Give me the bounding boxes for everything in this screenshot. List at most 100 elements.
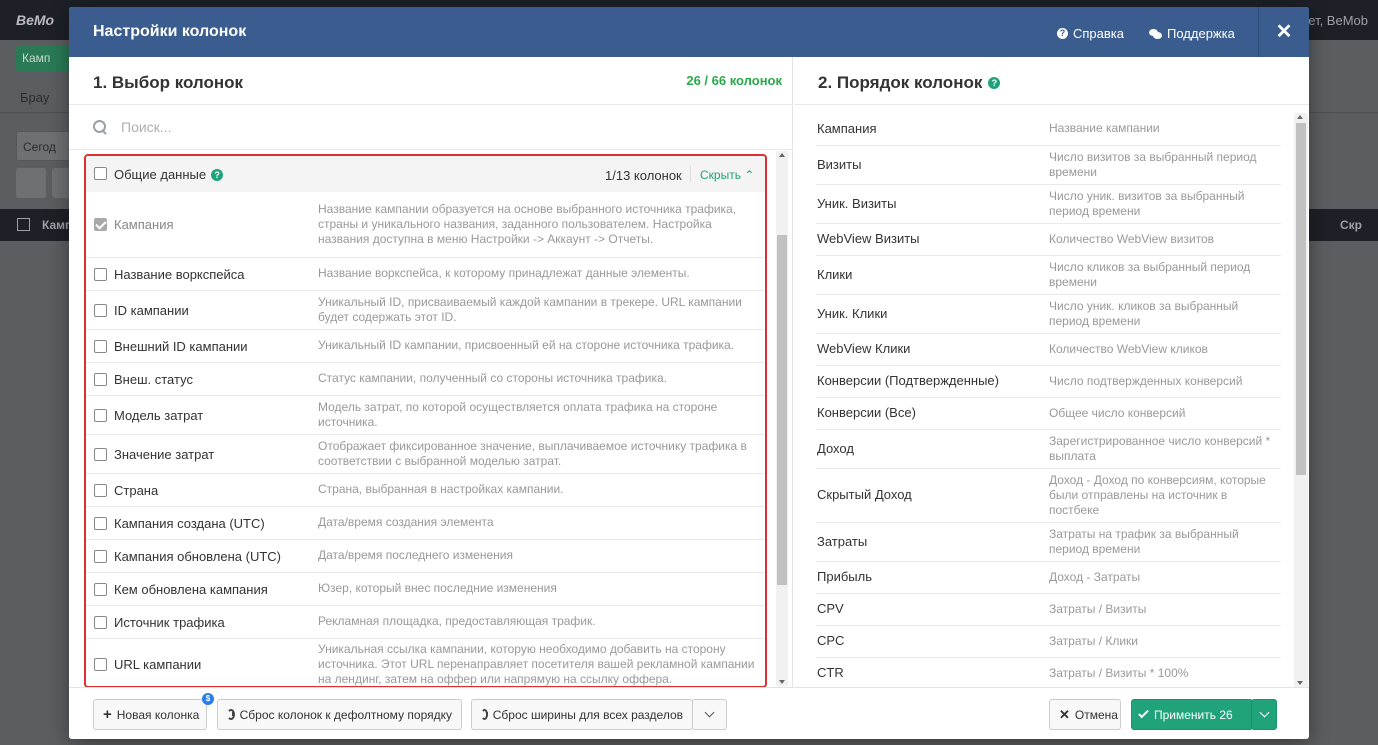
order-row[interactable]: WebView Визиты Количество WebView визитов: [816, 224, 1281, 256]
column-row[interactable]: URL кампании Уникальная ссылка кампании, …: [86, 639, 765, 686]
column-checkbox[interactable]: [94, 448, 107, 461]
order-column-name: CPV: [817, 601, 844, 616]
order-row[interactable]: Визиты Число визитов за выбранный период …: [816, 146, 1281, 185]
column-row[interactable]: Кампания Название кампании образуется на …: [86, 192, 765, 258]
table-col-hidden: Скр: [1340, 218, 1363, 232]
column-checkbox[interactable]: [94, 658, 107, 671]
order-column-name: Уник. Клики: [817, 306, 888, 321]
column-row[interactable]: Страна Страна, выбранная в настройках кам…: [86, 474, 765, 507]
reset-options-dropdown[interactable]: [692, 699, 727, 730]
column-description: Статус кампании, полученный со стороны и…: [318, 371, 667, 385]
order-column-description: Доход - Доход по конверсиям, которые был…: [1049, 473, 1266, 517]
reset-width-label: Сброс ширины для всех разделов: [492, 707, 683, 722]
order-column-name: WebView Визиты: [817, 231, 920, 246]
divider: [794, 104, 1309, 105]
scroll-down-icon[interactable]: [779, 680, 785, 684]
question-icon[interactable]: ?: [211, 168, 224, 181]
column-list: Кампания Название кампании образуется на …: [86, 192, 765, 686]
order-row[interactable]: Конверсии (Подтвержденные) Число подтверж…: [816, 366, 1281, 398]
right-scrollbar[interactable]: [1294, 113, 1308, 687]
column-description: Юзер, который внес последние изменения: [318, 581, 557, 595]
search-bar: [93, 119, 621, 135]
apply-options-dropdown[interactable]: [1251, 699, 1277, 730]
flag-button: [16, 168, 46, 198]
column-row[interactable]: Кем обновлена кампания Юзер, который внес…: [86, 573, 765, 606]
column-name: Внеш. статус: [114, 372, 193, 387]
column-checkbox[interactable]: [94, 409, 107, 422]
order-row[interactable]: Уник. Визиты Число уник. визитов за выбра…: [816, 185, 1281, 224]
order-row[interactable]: Прибыль Доход - Затраты: [816, 562, 1281, 594]
scroll-up-icon[interactable]: [779, 153, 785, 157]
column-row[interactable]: ID кампании Уникальный ID, присваиваемый …: [86, 291, 765, 330]
column-row[interactable]: Кампания создана (UTC) Дата/время создани…: [86, 507, 765, 540]
order-row[interactable]: Скрытый Доход Доход - Доход по конверсиям…: [816, 469, 1281, 523]
new-column-button[interactable]: + Новая колонка: [93, 699, 207, 730]
scroll-up-icon[interactable]: [1297, 115, 1303, 119]
group-header: Общие данные ? 1/13 колонок Скрыть ⌃: [86, 156, 765, 192]
column-checkbox[interactable]: [94, 340, 107, 353]
close-icon[interactable]: ✕: [1258, 7, 1309, 57]
help-link[interactable]: ? Справка: [1057, 26, 1124, 41]
scroll-thumb[interactable]: [777, 235, 787, 585]
column-checkbox[interactable]: [94, 517, 107, 530]
column-checkbox[interactable]: [94, 484, 107, 497]
order-row[interactable]: Уник. Клики Число уник. кликов за выбранн…: [816, 295, 1281, 334]
question-icon[interactable]: ?: [988, 77, 1001, 89]
column-checkbox[interactable]: [94, 268, 107, 281]
column-row[interactable]: Название воркспейса Название воркспейса, …: [86, 258, 765, 291]
order-row[interactable]: CTR Затраты / Визиты * 100%: [816, 658, 1281, 687]
modal-header: Настройки колонок ? Справка Поддержка ✕: [69, 7, 1309, 57]
table-select-all: [17, 218, 30, 231]
reset-order-button[interactable]: Сброс колонок к дефолтному порядку: [217, 699, 462, 730]
search-input[interactable]: [121, 119, 621, 135]
order-row[interactable]: Клики Число кликов за выбранный период вр…: [816, 256, 1281, 295]
column-name: Внешний ID кампании: [114, 339, 248, 354]
column-checkbox[interactable]: [94, 218, 107, 231]
history-icon: [481, 709, 488, 720]
column-order-title: 2. Порядок колонок ?: [818, 73, 1001, 93]
column-row[interactable]: Кампания обновлена (UTC) Дата/время после…: [86, 540, 765, 573]
column-name: Страна: [114, 483, 159, 498]
reset-width-button[interactable]: Сброс ширины для всех разделов: [471, 699, 693, 730]
column-name: URL кампании: [114, 657, 202, 672]
cancel-button[interactable]: ✕ Отмена: [1049, 699, 1121, 730]
app-logo: BeMo: [16, 12, 55, 28]
column-name: Кампания обновлена (UTC): [114, 549, 282, 564]
order-row[interactable]: CPV Затраты / Визиты: [816, 594, 1281, 626]
column-description: Уникальная ссылка кампании, которую необ…: [318, 642, 755, 686]
divider: [69, 149, 793, 150]
left-scrollbar[interactable]: [776, 151, 788, 686]
order-row[interactable]: Доход Зарегистрированное число конверсий …: [816, 430, 1281, 469]
hide-group-toggle[interactable]: Скрыть ⌃: [700, 168, 754, 182]
order-row[interactable]: CPC Затраты / Клики: [816, 626, 1281, 658]
column-checkbox[interactable]: [94, 373, 107, 386]
apply-button[interactable]: Применить 26: [1131, 699, 1253, 730]
column-row[interactable]: Внешний ID кампании Уникальный ID кампани…: [86, 330, 765, 363]
order-row[interactable]: WebView Клики Количество WebView кликов: [816, 334, 1281, 366]
support-link[interactable]: Поддержка: [1149, 26, 1235, 41]
modal-title: Настройки колонок: [93, 23, 247, 40]
order-row[interactable]: Затраты Затраты на трафик за выбранный пе…: [816, 523, 1281, 562]
order-column-name: Скрытый Доход: [817, 487, 912, 502]
group-checkbox[interactable]: [94, 167, 107, 180]
column-checkbox[interactable]: [94, 583, 107, 596]
column-row[interactable]: Модель затрат Модель затрат, по которой о…: [86, 396, 765, 435]
selected-columns-count: 26 / 66 колонок: [686, 73, 782, 88]
scroll-thumb[interactable]: [1296, 123, 1306, 475]
column-checkbox[interactable]: [94, 550, 107, 563]
scroll-down-icon[interactable]: [1297, 681, 1303, 685]
order-column-description: Число кликов за выбранный период времени: [1049, 260, 1251, 289]
order-row[interactable]: Кампания Название кампании: [816, 113, 1281, 146]
column-name: Кем обновлена кампания: [114, 582, 268, 597]
order-column-name: CPC: [817, 633, 845, 648]
order-row[interactable]: Конверсии (Все) Общее число конверсий: [816, 398, 1281, 430]
column-checkbox[interactable]: [94, 616, 107, 629]
column-row[interactable]: Источник трафика Рекламная площадка, пред…: [86, 606, 765, 639]
column-selection-panel: 1. Выбор колонок 26 / 66 колонок Общие д…: [69, 57, 793, 688]
order-column-name: Визиты: [817, 157, 862, 172]
column-checkbox[interactable]: [94, 304, 107, 317]
column-row[interactable]: Внеш. статус Статус кампании, полученный …: [86, 363, 765, 396]
order-column-name: CTR: [817, 665, 844, 680]
order-column-description: Количество WebView визитов: [1049, 232, 1215, 246]
column-row[interactable]: Значение затрат Отображает фиксированное …: [86, 435, 765, 474]
